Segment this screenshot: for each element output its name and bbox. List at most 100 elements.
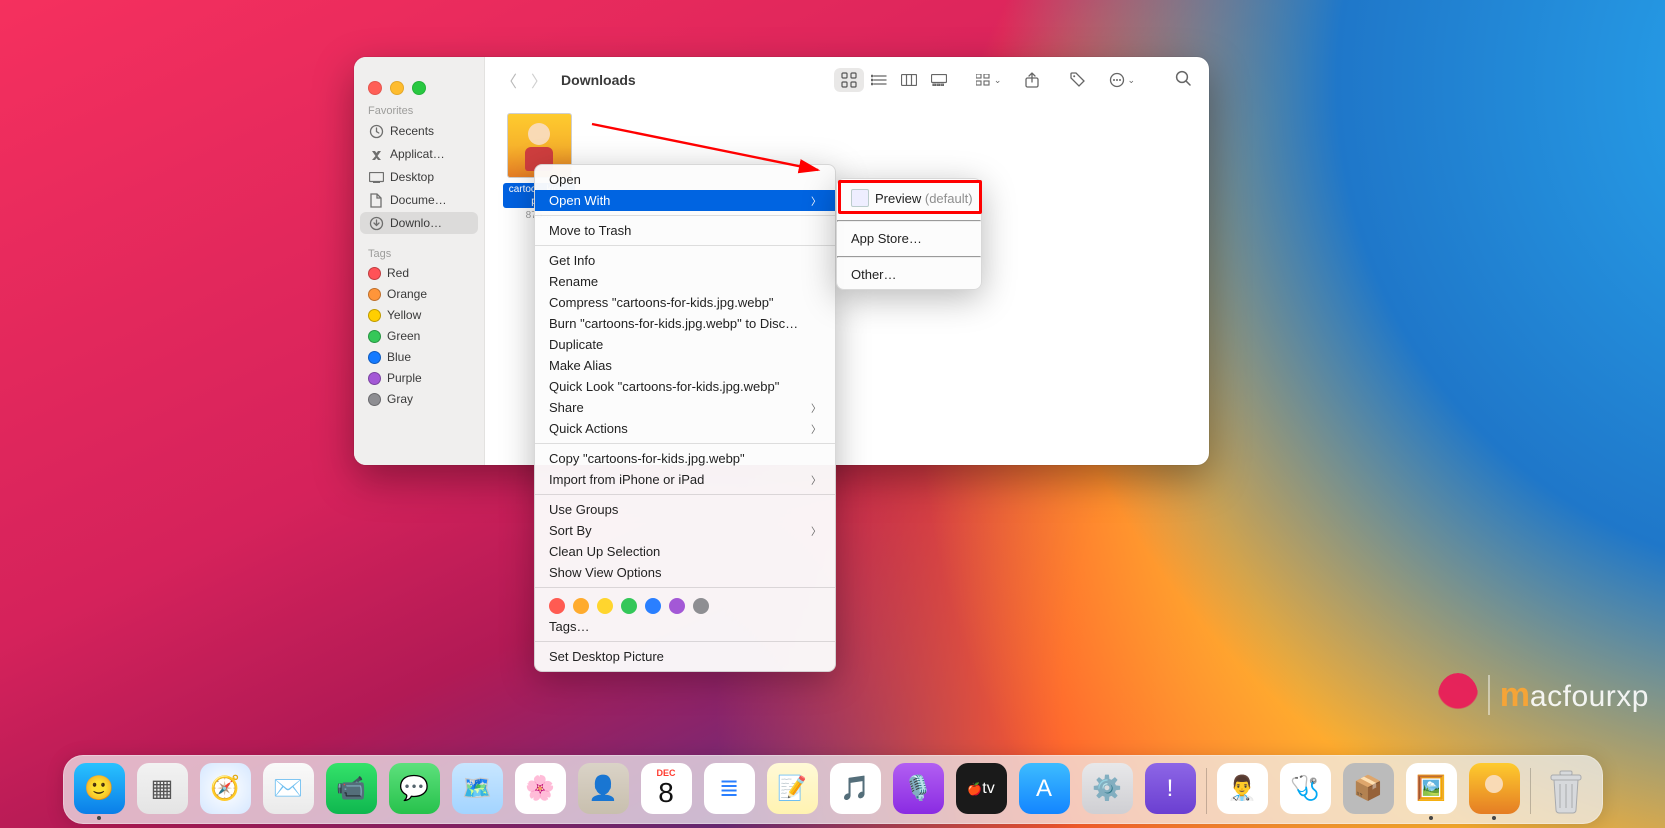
tag-dot-icon (368, 351, 381, 364)
tag-color-dot[interactable] (669, 598, 685, 614)
menu-item-label: Quick Actions (549, 421, 628, 436)
submenu-item-other[interactable]: Other… (837, 264, 981, 285)
window-title: Downloads (561, 72, 636, 88)
menu-item[interactable]: Quick Actions〉 (535, 418, 835, 439)
view-icon-button[interactable] (834, 68, 864, 92)
menu-item-label: Make Alias (549, 358, 612, 373)
menu-item[interactable]: Burn "cartoons-for-kids.jpg.webp" to Dis… (535, 313, 835, 334)
sidebar-section-tags: Tags (354, 244, 484, 262)
dock-app-photos[interactable]: 🌸 (515, 763, 566, 814)
view-gallery-button[interactable] (924, 68, 954, 92)
dock-app-feedback[interactable]: ! (1145, 763, 1196, 814)
share-button[interactable] (1017, 68, 1047, 92)
dock-app-messages[interactable]: 💬 (389, 763, 440, 814)
dock-app-podcasts[interactable]: 🎙️ (893, 763, 944, 814)
sidebar-item-doc[interactable]: Docume… (360, 189, 478, 211)
tag-color-dot[interactable] (693, 598, 709, 614)
dock-app-notes[interactable]: 📝 (767, 763, 818, 814)
tag-color-dot[interactable] (549, 598, 565, 614)
group-button[interactable]: ⌄ (976, 68, 1002, 92)
sidebar-tag-green[interactable]: Green (360, 326, 478, 346)
dock-app-facetime[interactable]: 📹 (326, 763, 377, 814)
menu-item-label: Copy "cartoons-for-kids.jpg.webp" (549, 451, 745, 466)
sidebar-tag-orange[interactable]: Orange (360, 284, 478, 304)
menu-item[interactable]: Tags… (535, 616, 835, 637)
menu-item[interactable]: Make Alias (535, 355, 835, 376)
action-button[interactable]: ⌄ (1109, 68, 1135, 92)
dock-wrap: 🙂▦🧭✉️📹💬🗺️🌸👤DEC8≣📝🎵🎙️🍎tvA⚙️! 👨‍⚕️🩺📦🖼️ (0, 755, 1665, 824)
menu-item-label: Duplicate (549, 337, 603, 352)
dock-app-mail[interactable]: ✉️ (263, 763, 314, 814)
tag-button[interactable] (1063, 68, 1093, 92)
menu-item-label: Open (549, 172, 581, 187)
tag-color-dot[interactable] (597, 598, 613, 614)
back-button[interactable]: 〈 (499, 68, 519, 92)
menu-item[interactable]: Use Groups (535, 499, 835, 520)
sidebar-tag-blue[interactable]: Blue (360, 347, 478, 367)
tag-dot-icon (368, 309, 381, 322)
menu-item-label: Sort By (549, 523, 592, 538)
menu-item-label: Show View Options (549, 565, 662, 580)
dock-app-reminders[interactable]: ≣ (704, 763, 755, 814)
view-list-button[interactable] (864, 68, 894, 92)
sidebar-tag-gray[interactable]: Gray (360, 389, 478, 409)
sidebar-tag-purple[interactable]: Purple (360, 368, 478, 388)
dock-app-recent-app[interactable]: 📦 (1343, 763, 1394, 814)
dock-app-opened-image[interactable] (1469, 763, 1520, 814)
dock-app-safari[interactable]: 🧭 (200, 763, 251, 814)
watermark-m: m (1500, 676, 1530, 714)
dock-app-finder[interactable]: 🙂 (74, 763, 125, 814)
minimize-button[interactable] (390, 81, 404, 95)
dock-app-appstore[interactable]: A (1019, 763, 1070, 814)
zoom-button[interactable] (412, 81, 426, 95)
dock-app-calendar[interactable]: DEC8 (641, 763, 692, 814)
menu-item[interactable]: Set Desktop Picture (535, 646, 835, 667)
sidebar-item-clock[interactable]: Recents (360, 120, 478, 142)
sidebar-tag-red[interactable]: Red (360, 263, 478, 283)
tag-color-dot[interactable] (573, 598, 589, 614)
menu-item[interactable]: Duplicate (535, 334, 835, 355)
sidebar-item-app[interactable]: Applicat… (360, 143, 478, 165)
menu-item[interactable]: Quick Look "cartoons-for-kids.jpg.webp" (535, 376, 835, 397)
dock-app-tv[interactable]: 🍎tv (956, 763, 1007, 814)
dock-app-settings[interactable]: ⚙️ (1082, 763, 1133, 814)
menu-item[interactable]: Import from iPhone or iPad〉 (535, 469, 835, 490)
forward-button[interactable]: 〉 (529, 68, 549, 92)
view-column-button[interactable] (894, 68, 924, 92)
menu-item[interactable]: Open With〉 (535, 190, 835, 211)
menu-item-label: Get Info (549, 253, 595, 268)
dock-app-preview[interactable]: 🖼️ (1406, 763, 1457, 814)
sidebar-tag-yellow[interactable]: Yellow (360, 305, 478, 325)
menu-item[interactable]: Move to Trash (535, 220, 835, 241)
menu-item[interactable]: Clean Up Selection (535, 541, 835, 562)
menu-item[interactable]: Sort By〉 (535, 520, 835, 541)
sidebar-item-desk[interactable]: Desktop (360, 166, 478, 188)
menu-item[interactable]: Rename (535, 271, 835, 292)
dock-app-sys-info[interactable]: 👨‍⚕️ (1217, 763, 1268, 814)
menu-item-label: Open With (549, 193, 610, 208)
submenu-item-preview[interactable]: Preview (default) (837, 183, 981, 213)
dock-app-music[interactable]: 🎵 (830, 763, 881, 814)
tag-dot-icon (368, 330, 381, 343)
search-button[interactable] (1175, 70, 1191, 90)
sidebar-tag-label: Purple (387, 371, 422, 385)
submenu-item-appstore[interactable]: App Store… (837, 228, 981, 249)
menu-item[interactable]: Copy "cartoons-for-kids.jpg.webp" (535, 448, 835, 469)
menu-item-label: Compress "cartoons-for-kids.jpg.webp" (549, 295, 774, 310)
menu-item[interactable]: Share〉 (535, 397, 835, 418)
close-button[interactable] (368, 81, 382, 95)
clock-icon (368, 123, 384, 139)
dock-app-contacts[interactable]: 👤 (578, 763, 629, 814)
chevron-down-icon: ⌄ (1127, 75, 1135, 86)
dock-app-maps[interactable]: 🗺️ (452, 763, 503, 814)
dock-trash[interactable] (1541, 763, 1592, 814)
tag-color-dot[interactable] (621, 598, 637, 614)
menu-item[interactable]: Get Info (535, 250, 835, 271)
sidebar-item-dl[interactable]: Downlo… (360, 212, 478, 234)
dock-app-launchpad[interactable]: ▦ (137, 763, 188, 814)
menu-item[interactable]: Open (535, 169, 835, 190)
menu-item[interactable]: Show View Options (535, 562, 835, 583)
menu-item[interactable]: Compress "cartoons-for-kids.jpg.webp" (535, 292, 835, 313)
dock-app-disk-util[interactable]: 🩺 (1280, 763, 1331, 814)
tag-color-dot[interactable] (645, 598, 661, 614)
